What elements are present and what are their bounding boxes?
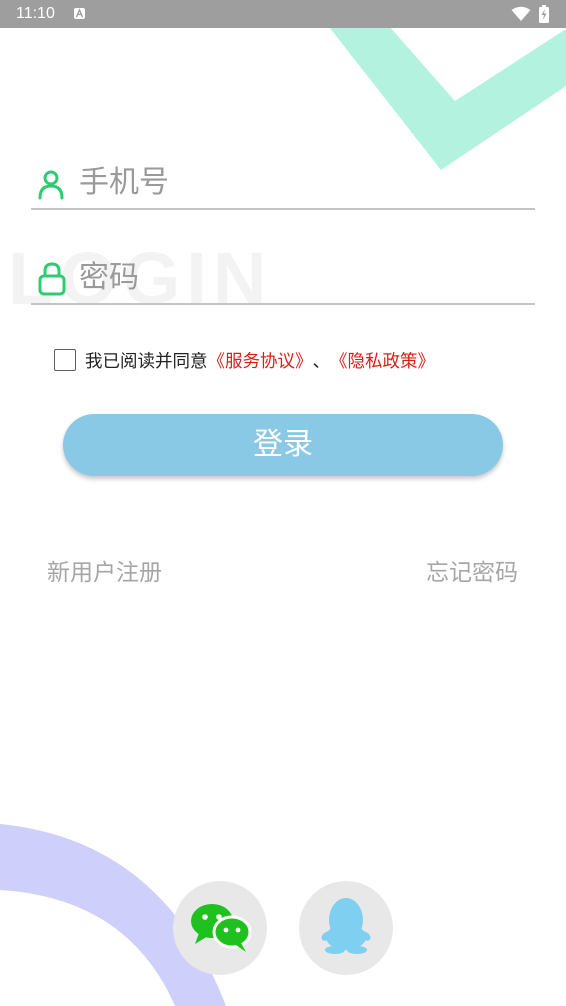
wifi-icon — [511, 6, 531, 26]
password-field — [31, 245, 535, 305]
service-agreement-link[interactable]: 《服务协议》 — [208, 348, 313, 373]
status-time: 11:10 — [16, 5, 55, 22]
agreement-checkbox[interactable] — [54, 349, 76, 371]
privacy-policy-link[interactable]: 《隐私政策》 — [330, 348, 435, 373]
qq-icon — [321, 898, 371, 954]
phone-field — [31, 150, 535, 210]
lock-icon — [37, 261, 67, 301]
a-notification-icon — [74, 8, 85, 19]
wechat-icon — [191, 904, 252, 952]
agreement-separator: 、 — [312, 351, 331, 372]
login-button[interactable]: 登录 — [63, 414, 503, 476]
wechat-login-button[interactable] — [173, 881, 267, 975]
forgot-password-link[interactable]: 忘记密码 — [426, 558, 518, 588]
phone-input[interactable] — [79, 160, 519, 204]
agreement-row: 我已阅读并同意 《服务协议》 、 《隐私政策》 — [54, 346, 435, 374]
agreement-text: 我已阅读并同意 — [85, 351, 208, 372]
status-bar: 11:10 — [0, 0, 566, 28]
qq-login-button[interactable] — [299, 881, 393, 975]
user-icon — [37, 168, 65, 204]
battery-charging-icon — [538, 5, 550, 27]
register-link[interactable]: 新用户注册 — [47, 558, 162, 588]
password-input[interactable] — [79, 255, 519, 299]
